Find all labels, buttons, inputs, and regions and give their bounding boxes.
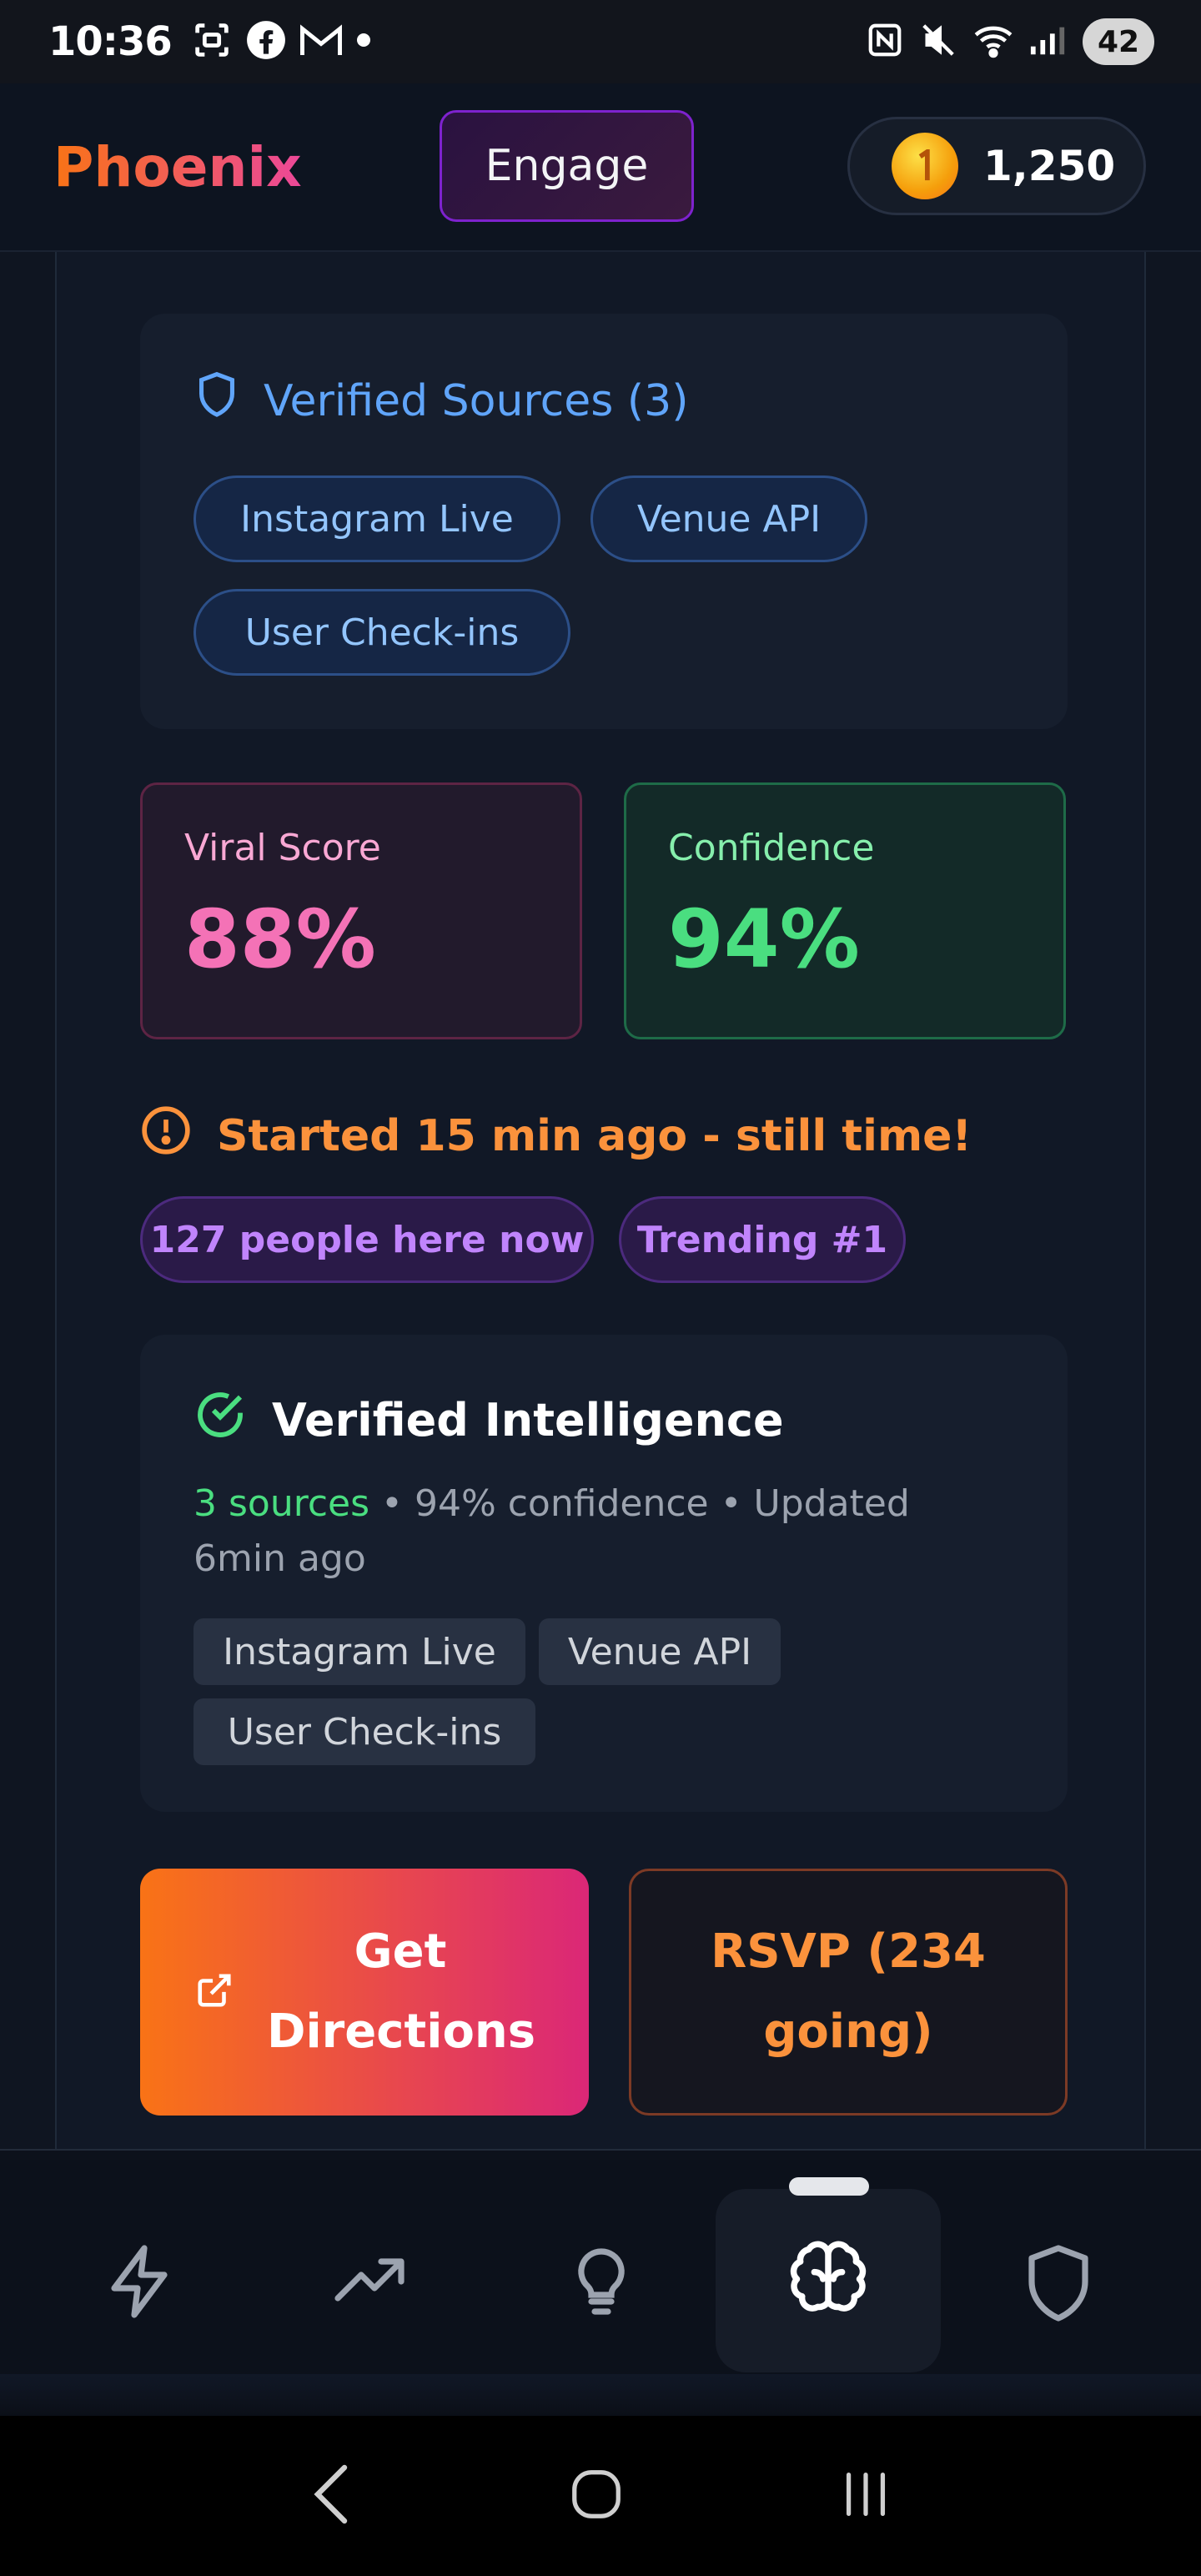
screenshot-icon bbox=[190, 18, 234, 65]
trending-badge: Trending #1 bbox=[619, 1196, 906, 1283]
viral-score-label: Viral Score bbox=[184, 827, 381, 869]
verified-intelligence-card: Verified Intelligence 3 sources • 94% co… bbox=[140, 1335, 1068, 1812]
attendance-badge: 127 people here now bbox=[140, 1196, 594, 1283]
rsvp-label: RSVP (234 going) bbox=[711, 1924, 986, 2059]
nav-item-activity[interactable] bbox=[28, 2191, 254, 2376]
lightbulb-icon bbox=[561, 2241, 641, 2325]
back-icon[interactable] bbox=[306, 2461, 356, 2531]
verified-sources-heading: Verified Sources (3) bbox=[193, 370, 689, 431]
dot-icon bbox=[355, 32, 372, 52]
viral-score-card: Viral Score 88% bbox=[140, 782, 582, 1039]
status-time: 10:36 bbox=[48, 18, 173, 65]
battery-indicator: 42 bbox=[1083, 18, 1154, 65]
nav-item-insights[interactable] bbox=[489, 2191, 714, 2376]
status-bar: 10:36 42 bbox=[0, 0, 1201, 83]
external-link-icon bbox=[195, 1971, 234, 2013]
engage-button[interactable]: Engage bbox=[440, 110, 694, 222]
mute-icon bbox=[919, 21, 957, 63]
app-header: Phoenix Engage 1,250 bbox=[0, 83, 1201, 252]
active-nav-indicator bbox=[789, 2177, 869, 2196]
alert-circle-icon bbox=[140, 1104, 192, 1167]
confidence-label: Confidence bbox=[668, 827, 875, 869]
shield-icon bbox=[1018, 2241, 1098, 2325]
main-content[interactable]: Verified Sources (3) Instagram Live Venu… bbox=[0, 252, 1201, 2149]
nav-shadow bbox=[0, 2374, 1201, 2416]
started-text: Started 15 min ago - still time! bbox=[217, 1110, 972, 1161]
verified-sources-card: Verified Sources (3) Instagram Live Venu… bbox=[140, 314, 1068, 729]
engage-label: Engage bbox=[485, 141, 649, 191]
intel-tag: User Check-ins bbox=[193, 1698, 535, 1765]
home-icon[interactable] bbox=[567, 2465, 626, 2527]
wifi-icon bbox=[972, 21, 1014, 63]
confidence-card: Confidence 94% bbox=[624, 782, 1066, 1039]
coin-icon bbox=[892, 133, 958, 199]
verified-intelligence-title: Verified Intelligence bbox=[272, 1394, 784, 1446]
lightning-icon bbox=[101, 2241, 181, 2325]
shield-icon bbox=[193, 370, 240, 431]
nfc-icon bbox=[866, 21, 904, 63]
nav-item-security[interactable] bbox=[946, 2191, 1171, 2376]
intel-tag: Venue API bbox=[539, 1618, 781, 1685]
coin-value: 1,250 bbox=[983, 142, 1116, 190]
intel-tag: Instagram Live bbox=[193, 1618, 525, 1685]
coin-balance[interactable]: 1,250 bbox=[847, 117, 1146, 215]
signal-icon bbox=[1029, 23, 1068, 60]
system-navigation bbox=[0, 2416, 1201, 2576]
source-chip[interactable]: Instagram Live bbox=[193, 475, 560, 562]
nav-item-intelligence[interactable] bbox=[716, 2189, 941, 2372]
verified-intelligence-heading: Verified Intelligence bbox=[193, 1388, 784, 1452]
get-directions-button[interactable]: Get Directions bbox=[140, 1869, 589, 2116]
nav-item-trending[interactable] bbox=[259, 2191, 484, 2376]
get-directions-label: Get Directions bbox=[267, 1924, 536, 2059]
brain-icon bbox=[786, 2237, 870, 2324]
rsvp-button[interactable]: RSVP (234 going) bbox=[629, 1869, 1068, 2116]
brand-logo[interactable]: Phoenix bbox=[53, 135, 302, 199]
event-panel: Verified Sources (3) Instagram Live Venu… bbox=[55, 252, 1146, 2149]
intelligence-meta: 3 sources • 94% confidence • Updated 6mi… bbox=[193, 1477, 994, 1587]
trending-icon bbox=[331, 2241, 411, 2325]
verified-sources-title: Verified Sources (3) bbox=[264, 375, 689, 426]
source-chip[interactable]: Venue API bbox=[590, 475, 867, 562]
recents-icon[interactable] bbox=[837, 2465, 895, 2527]
source-chip[interactable]: User Check-ins bbox=[193, 589, 570, 676]
bottom-nav bbox=[0, 2149, 1201, 2374]
viral-score-value: 88% bbox=[184, 893, 376, 986]
sources-count: 3 sources bbox=[193, 1482, 370, 1525]
facebook-icon bbox=[245, 19, 287, 64]
gmail-icon bbox=[299, 21, 344, 63]
confidence-value: 94% bbox=[668, 893, 860, 986]
check-circle-icon bbox=[193, 1388, 247, 1452]
event-timing: Started 15 min ago - still time! bbox=[140, 1104, 972, 1167]
